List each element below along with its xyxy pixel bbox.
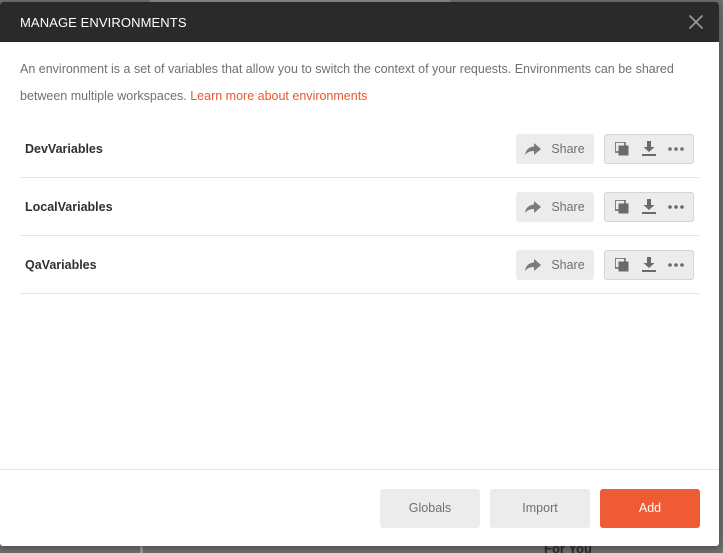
environment-row: LocalVariables Share — [20, 178, 699, 236]
download-button[interactable] — [638, 196, 660, 218]
more-button[interactable] — [665, 254, 687, 276]
duplicate-button[interactable] — [611, 196, 633, 218]
share-button[interactable]: Share — [516, 249, 594, 280]
share-label: Share — [551, 257, 585, 272]
close-icon — [689, 15, 703, 29]
download-icon — [641, 141, 656, 156]
more-button[interactable] — [665, 196, 687, 218]
download-button[interactable] — [638, 138, 660, 160]
environment-name[interactable]: DevVariables — [25, 142, 103, 156]
modal-body: An environment is a set of variables tha… — [0, 42, 719, 470]
environment-actions: Share — [516, 249, 694, 280]
environment-icon-group — [604, 133, 694, 164]
modal-title: MANAGE ENVIRONMENTS — [20, 14, 187, 30]
environment-actions: Share — [516, 191, 694, 222]
more-icon — [667, 204, 684, 209]
add-button[interactable]: Add — [600, 488, 700, 528]
environment-name[interactable]: QaVariables — [25, 258, 97, 272]
share-arrow-icon — [525, 200, 542, 213]
share-arrow-icon — [525, 258, 542, 271]
modal-description: An environment is a set of variables tha… — [20, 56, 699, 110]
import-button[interactable]: Import — [490, 488, 590, 528]
download-icon — [641, 257, 656, 272]
download-icon — [641, 199, 656, 214]
share-label: Share — [551, 141, 585, 156]
more-icon — [667, 262, 684, 267]
environment-name[interactable]: LocalVariables — [25, 200, 113, 214]
share-button[interactable]: Share — [516, 133, 594, 164]
more-button[interactable] — [665, 138, 687, 160]
share-button[interactable]: Share — [516, 191, 594, 222]
duplicate-icon — [615, 141, 629, 155]
duplicate-button[interactable] — [611, 138, 633, 160]
duplicate-icon — [615, 199, 629, 213]
learn-more-link[interactable]: Learn more about environments — [190, 89, 367, 103]
download-button[interactable] — [638, 254, 660, 276]
duplicate-icon — [615, 257, 629, 271]
more-icon — [667, 146, 684, 151]
close-button[interactable] — [685, 11, 707, 33]
manage-environments-modal: MANAGE ENVIRONMENTS An environment is a … — [0, 2, 719, 546]
environment-icon-group — [604, 249, 694, 280]
environment-icon-group — [604, 191, 694, 222]
environment-actions: Share — [516, 133, 694, 164]
share-label: Share — [551, 199, 585, 214]
modal-footer: Globals Import Add — [0, 469, 719, 546]
share-arrow-icon — [525, 142, 542, 155]
environment-row: DevVariables Share — [20, 120, 699, 178]
duplicate-button[interactable] — [611, 254, 633, 276]
environment-row: QaVariables Share — [20, 236, 699, 294]
globals-button[interactable]: Globals — [380, 488, 480, 528]
environment-list: DevVariables Share LocalVariables Share … — [20, 120, 699, 294]
modal-header: MANAGE ENVIRONMENTS — [0, 2, 719, 42]
background-app-edge — [140, 546, 143, 553]
